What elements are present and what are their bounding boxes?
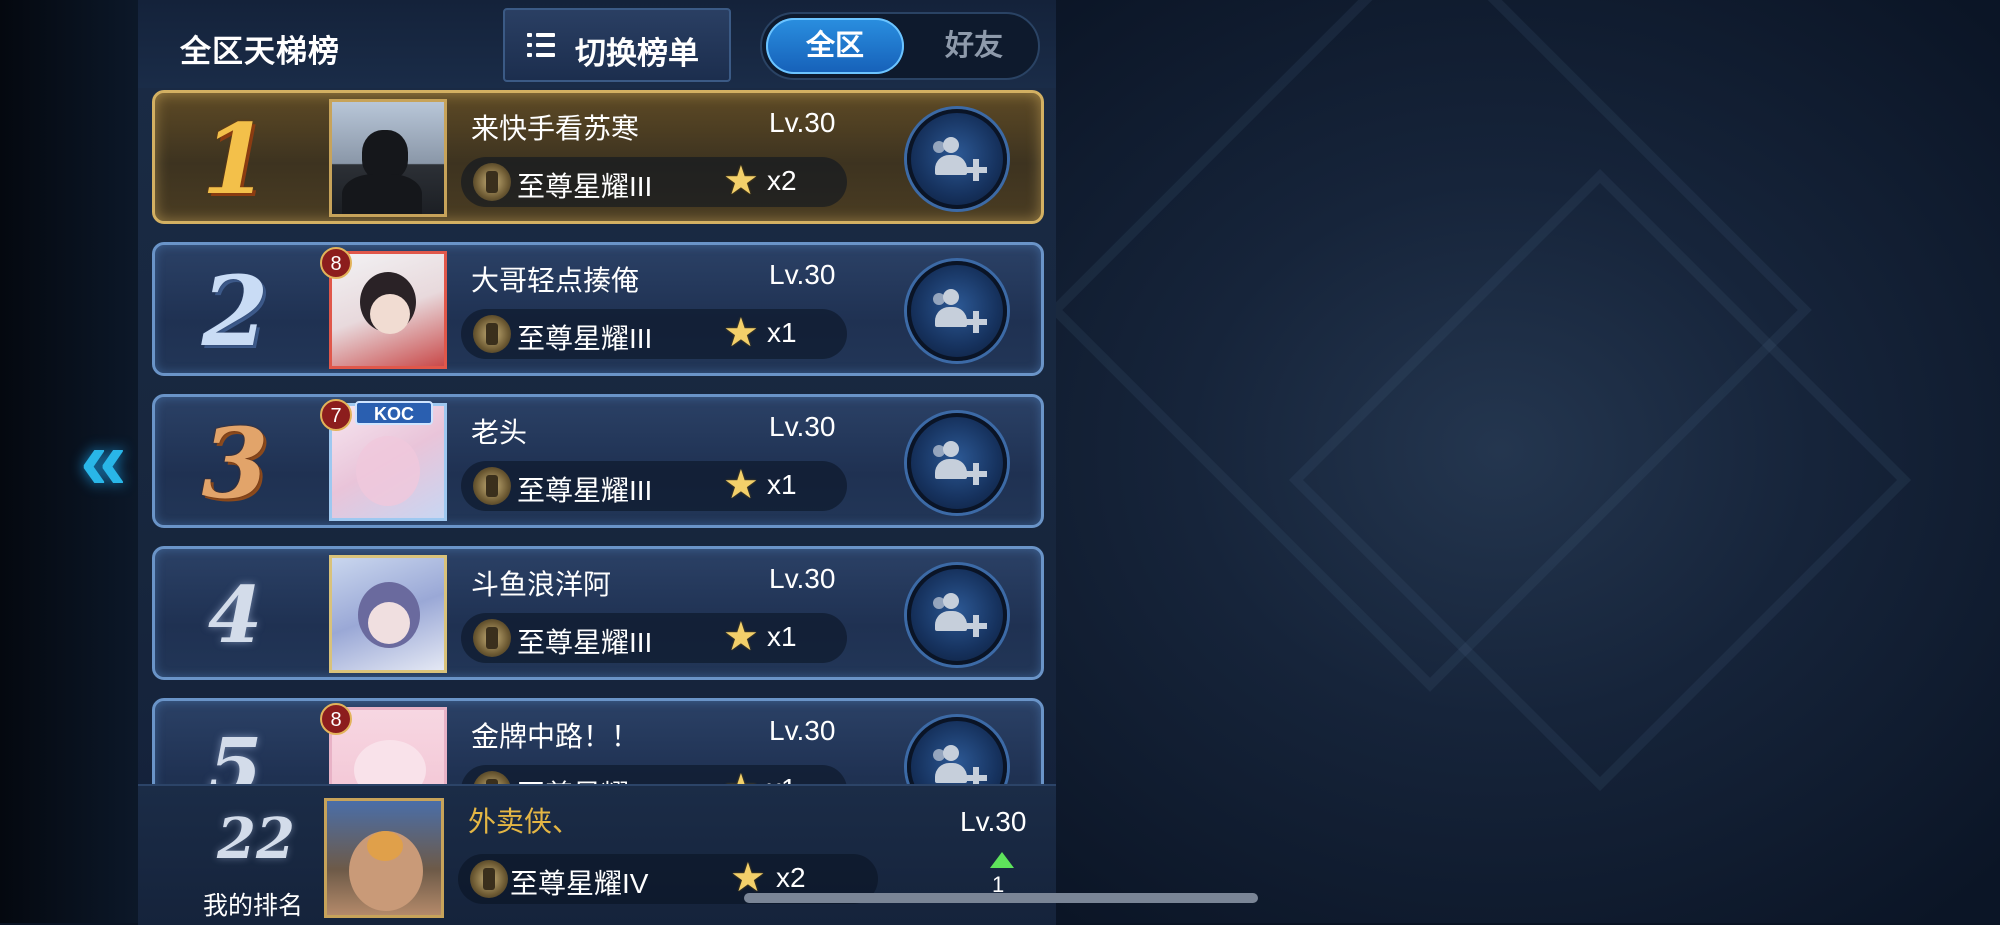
tier-name: 至尊星耀III	[517, 171, 653, 202]
rank-2-badge-icon: 2	[201, 255, 269, 368]
tab-friends[interactable]: 好友	[912, 18, 1036, 74]
my-rank-number: 22	[217, 806, 295, 872]
star-count: x1	[767, 317, 797, 348]
rank-up-arrow-icon	[990, 852, 1014, 868]
tier-name: 至尊星耀III	[517, 773, 652, 784]
tier-name: 至尊星耀IV	[510, 868, 649, 899]
add-friend-icon	[933, 441, 987, 485]
switch-board-label: 切换榜单	[575, 36, 699, 71]
tier-emblem-icon	[473, 163, 511, 201]
add-friend-icon	[933, 745, 987, 784]
tier-pill: 至尊星耀III ★ x1	[461, 765, 847, 784]
tier-pill: 至尊星耀III ★ x1	[461, 461, 847, 511]
add-friend-button[interactable]	[907, 109, 1007, 209]
rank-number: 5	[207, 722, 263, 784]
leaderboard-row[interactable]: 2 8 大哥轻点揍俺 Lv.30 至尊星耀III ★ x1	[152, 242, 1044, 376]
add-friend-button[interactable]	[907, 565, 1007, 665]
star-icon: ★	[723, 159, 759, 203]
my-player-name: 外卖侠、	[468, 806, 581, 837]
mastery-badge: 8	[320, 247, 352, 279]
star-icon: ★	[723, 767, 759, 784]
star-count: x1	[767, 773, 797, 784]
star-count: x1	[767, 621, 797, 652]
leaderboard-title: 全区天梯榜	[180, 34, 340, 69]
star-icon: ★	[723, 463, 759, 507]
my-player-level: Lv.30	[960, 806, 1027, 837]
add-friend-icon	[933, 289, 987, 333]
add-friend-button[interactable]	[907, 413, 1007, 513]
player-name: 斗鱼浪洋阿	[471, 569, 612, 600]
leaderboard-row[interactable]: 4 斗鱼浪洋阿 Lv.30 至尊星耀III ★ x1	[152, 546, 1044, 680]
tier-emblem-icon	[473, 467, 511, 505]
tier-name: 至尊星耀III	[517, 475, 653, 506]
tier-pill: 至尊星耀III ★ x1	[461, 309, 847, 359]
avatar[interactable]	[329, 555, 447, 673]
list-icon	[527, 33, 555, 59]
player-level: Lv.30	[769, 715, 836, 746]
back-arrow-icon[interactable]: «	[80, 415, 140, 505]
player-name: 大哥轻点揍俺	[471, 265, 640, 296]
rank-number: 4	[207, 570, 263, 661]
tab-all-region[interactable]: 全区	[766, 18, 904, 74]
tier-emblem-icon	[473, 315, 511, 353]
my-avatar[interactable]	[324, 798, 444, 918]
leaderboard-list[interactable]: 1 来快手看苏寒 Lv.30 至尊星耀III ★ x2 2 8 大哥轻点揍俺 L…	[138, 88, 1056, 784]
tier-name: 至尊星耀III	[517, 627, 653, 658]
mastery-badge: 8	[320, 703, 352, 735]
tier-emblem-icon	[470, 860, 508, 898]
add-friend-button[interactable]	[907, 717, 1007, 784]
rank-3-badge-icon: 3	[201, 407, 269, 520]
player-level: Lv.30	[769, 107, 836, 138]
scope-tabs: 全区 好友	[760, 12, 1040, 80]
star-count: x2	[767, 165, 797, 196]
leaderboard-row[interactable]: 1 来快手看苏寒 Lv.30 至尊星耀III ★ x2	[152, 90, 1044, 224]
home-indicator[interactable]	[744, 893, 1258, 903]
my-rank-bar[interactable]: 22 我的排名 外卖侠、 Lv.30 至尊星耀IV ★ x2 1	[138, 784, 1056, 925]
player-name: 老头	[471, 417, 528, 448]
player-level: Lv.30	[769, 259, 836, 290]
tier-emblem-icon	[473, 619, 511, 657]
star-count: x1	[767, 469, 797, 500]
tier-pill: 至尊星耀III ★ x1	[461, 613, 847, 663]
player-name: 金牌中路！！	[471, 721, 640, 752]
my-rank-label: 我的排名	[202, 892, 303, 920]
leaderboard-row[interactable]: 5 8 金牌中路！！ Lv.30 至尊星耀III ★ x1	[152, 698, 1044, 784]
tier-pill: 至尊星耀III ★ x2	[461, 157, 847, 207]
mastery-badge: 7	[320, 399, 352, 431]
avatar[interactable]	[329, 99, 447, 217]
tier-emblem-icon	[473, 771, 511, 784]
add-friend-button[interactable]	[907, 261, 1007, 361]
leaderboard-row[interactable]: 3 7 KOC 老头 Lv.30 至尊星耀III ★ x1	[152, 394, 1044, 528]
player-level: Lv.30	[769, 411, 836, 442]
add-friend-icon	[933, 137, 987, 181]
star-count: x2	[776, 862, 806, 893]
add-friend-icon	[933, 593, 987, 637]
switch-board-button[interactable]: 切换榜单	[503, 8, 731, 82]
koc-tag: KOC	[355, 401, 433, 425]
star-icon: ★	[723, 311, 759, 355]
player-name: 来快手看苏寒	[471, 113, 640, 144]
star-icon: ★	[723, 615, 759, 659]
rank-1-badge-icon: 1	[201, 103, 269, 216]
tier-name: 至尊星耀III	[517, 323, 653, 354]
player-level: Lv.30	[769, 563, 836, 594]
